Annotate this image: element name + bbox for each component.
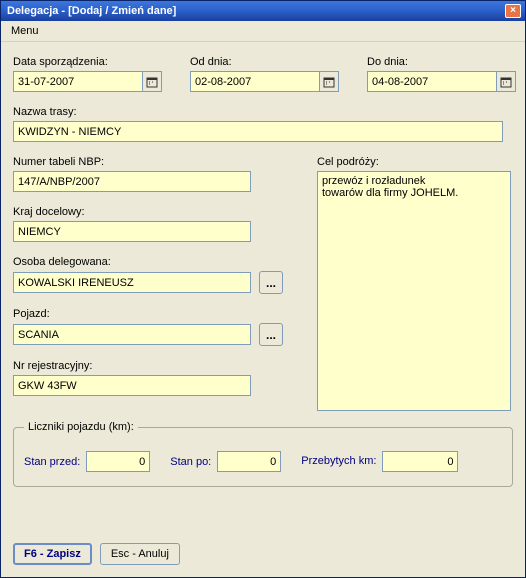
label-counter-before: Stan przed: — [24, 456, 80, 468]
datepicker-button-from[interactable] — [320, 71, 339, 92]
titlebar: Delegacja - [Dodaj / Zmień dane] × — [1, 1, 525, 21]
input-counter-traveled[interactable] — [382, 451, 458, 472]
label-delegate: Osoba delegowana: — [13, 256, 291, 268]
input-date-to[interactable] — [367, 71, 497, 92]
form-content: Data sporządzenia: Od dnia: — [1, 42, 525, 533]
label-trip-purpose: Cel podróży: — [317, 156, 513, 168]
counters-groupbox: Liczniki pojazdu (km): Stan przed: Stan … — [13, 421, 513, 487]
close-icon: × — [510, 6, 516, 16]
label-date-created: Data sporządzenia: — [13, 56, 162, 68]
footer: F6 - Zapisz Esc - Anuluj — [1, 533, 525, 577]
main-window: Delegacja - [Dodaj / Zmień dane] × Menu … — [0, 0, 526, 578]
label-dest-country: Kraj docelowy: — [13, 206, 291, 218]
window-title: Delegacja - [Dodaj / Zmień dane] — [7, 5, 176, 17]
calendar-icon — [500, 76, 512, 88]
save-button[interactable]: F6 - Zapisz — [13, 543, 92, 565]
input-route-name[interactable] — [13, 121, 503, 142]
input-counter-after[interactable] — [217, 451, 281, 472]
label-counter-traveled: Przebytych km: — [301, 455, 376, 467]
datepicker-button-created[interactable] — [143, 71, 162, 92]
input-vehicle[interactable] — [13, 324, 251, 345]
input-date-created[interactable] — [13, 71, 143, 92]
input-reg-number[interactable] — [13, 375, 251, 396]
input-nbp-table[interactable] — [13, 171, 251, 192]
label-route-name: Nazwa trasy: — [13, 106, 513, 118]
input-dest-country[interactable] — [13, 221, 251, 242]
label-reg-number: Nr rejestracyjny: — [13, 360, 291, 372]
input-date-from[interactable] — [190, 71, 320, 92]
calendar-icon — [146, 76, 158, 88]
input-delegate[interactable] — [13, 272, 251, 293]
label-date-from: Od dnia: — [190, 56, 339, 68]
datepicker-button-to[interactable] — [497, 71, 516, 92]
label-nbp-table: Numer tabeli NBP: — [13, 156, 291, 168]
label-date-to: Do dnia: — [367, 56, 516, 68]
menubar: Menu — [1, 21, 525, 42]
close-button[interactable]: × — [505, 4, 521, 18]
calendar-icon — [323, 76, 335, 88]
label-vehicle: Pojazd: — [13, 308, 291, 320]
input-counter-before[interactable] — [86, 451, 150, 472]
cancel-button[interactable]: Esc - Anuluj — [100, 543, 180, 565]
lookup-delegate-button[interactable]: ... — [259, 271, 283, 294]
label-counter-after: Stan po: — [170, 456, 211, 468]
menu-item-menu[interactable]: Menu — [5, 23, 45, 39]
lookup-vehicle-button[interactable]: ... — [259, 323, 283, 346]
counters-legend: Liczniki pojazdu (km): — [24, 421, 138, 433]
textarea-trip-purpose[interactable] — [317, 171, 511, 411]
